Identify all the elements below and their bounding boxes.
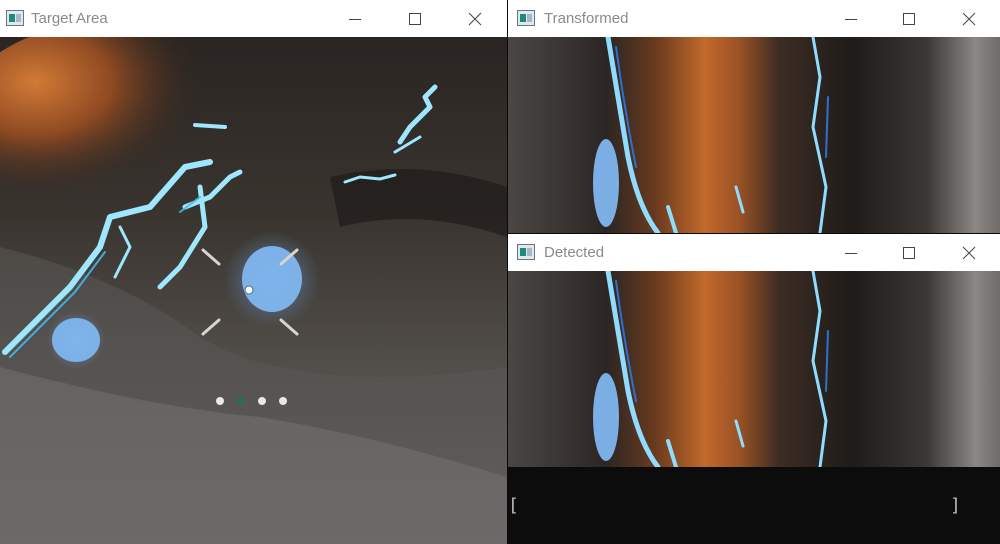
minimize-button[interactable] [332,0,378,37]
opencv-window-icon [6,10,24,26]
minimize-icon [845,252,857,254]
maximize-icon [903,12,915,25]
maximize-button[interactable] [392,0,438,37]
transformed-title: Transformed [544,10,629,27]
minimize-icon [349,18,361,20]
console-close-bracket: ] [950,495,961,516]
detected-window: Detected [508,234,1000,467]
opencv-window-icon [517,244,535,260]
transformed-image[interactable] [508,37,1000,233]
minimize-icon [845,18,857,20]
minimize-button[interactable] [828,234,874,271]
maximize-icon [409,12,421,25]
detected-image[interactable] [508,271,1000,467]
close-button[interactable] [452,0,498,37]
maximize-icon [903,246,915,259]
close-button[interactable] [946,234,992,271]
detected-scene [508,271,1000,467]
detected-titlebar[interactable]: Detected [508,234,1000,271]
target-area-scene [0,37,507,544]
close-icon [468,12,482,25]
close-button[interactable] [946,0,992,37]
transformed-window: Transformed [508,0,1000,233]
transformed-titlebar[interactable]: Transformed [508,0,1000,37]
transformed-scene [508,37,1000,233]
console-output: [ ] [508,467,1000,544]
console-open-bracket: [ [508,495,519,516]
target-area-image[interactable] [0,37,507,544]
minimize-button[interactable] [828,0,874,37]
opencv-window-icon [517,10,535,26]
target-area-window: Target Area [0,0,507,544]
close-icon [962,246,976,259]
close-icon [962,12,976,25]
maximize-button[interactable] [886,0,932,37]
detected-title: Detected [544,244,605,261]
target-area-title: Target Area [31,10,108,27]
maximize-button[interactable] [886,234,932,271]
target-area-titlebar[interactable]: Target Area [0,0,507,37]
